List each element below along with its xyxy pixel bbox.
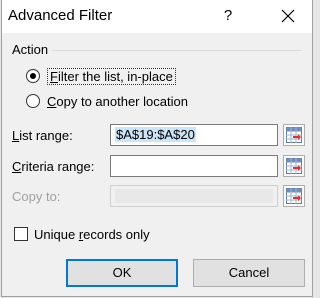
ok-button[interactable]: OK [66,259,178,287]
close-icon [281,9,295,23]
criteria-range-collapse-button[interactable] [283,155,305,177]
advanced-filter-dialog: Advanced Filter ? Action Filter the list… [1,0,313,297]
list-range-collapse-button[interactable] [283,124,305,146]
group-divider [52,50,302,51]
dialog-title: Advanced Filter [8,7,113,24]
help-button[interactable]: ? [211,2,245,30]
range-select-icon [286,188,302,204]
criteria-range-input[interactable] [110,155,278,177]
copy-to-collapse-button [283,185,305,207]
unique-records-checkbox-row[interactable]: Unique records only [14,225,150,243]
range-select-icon [286,158,302,174]
copy-to-label: Copy to: [12,189,61,204]
cancel-button[interactable]: Cancel [193,259,305,287]
copy-to-input [110,185,278,207]
radio-filter-in-place-label: Filter the list, in-place [47,67,176,85]
radio-copy-to-location[interactable]: Copy to another location [26,91,188,111]
title-bar: Advanced Filter ? [2,0,312,33]
list-range-label: List range: [12,128,73,143]
list-range-value: $A$19:$A$20 [115,127,196,142]
radio-copy-to-location-label: Copy to another location [47,93,188,109]
radio-button-selected[interactable] [26,69,40,83]
range-select-icon [286,127,302,143]
close-button[interactable] [268,2,308,30]
copy-to-input-inner [115,189,273,203]
action-group-label: Action [12,42,49,57]
unique-records-label: Unique records only [34,226,150,242]
list-range-input[interactable]: $A$19:$A$20 [110,124,278,146]
criteria-range-label: Criteria range: [12,159,95,174]
unique-records-checkbox[interactable] [14,227,28,241]
radio-filter-in-place[interactable]: Filter the list, in-place [26,66,176,86]
radio-button-unselected[interactable] [26,94,40,108]
